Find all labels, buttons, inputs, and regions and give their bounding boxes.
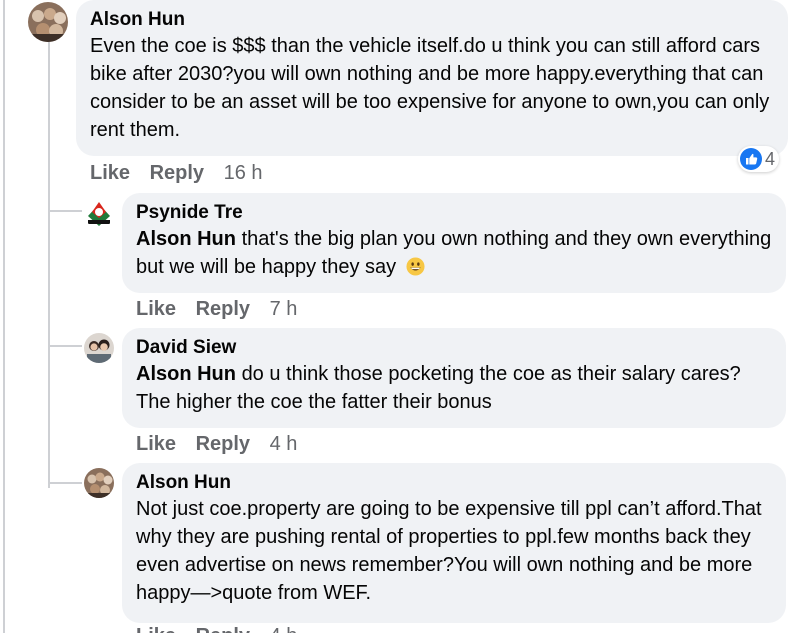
- reply-actions: Like Reply 7 h: [136, 297, 297, 321]
- thread-line-main: [48, 42, 50, 488]
- avatar[interactable]: [84, 468, 114, 498]
- thread-line-top: [3, 0, 5, 633]
- reply-actions: Like Reply 4 h: [136, 624, 297, 633]
- like-button[interactable]: Like: [136, 625, 176, 633]
- reply-button[interactable]: Reply: [196, 625, 250, 633]
- comment-actions: Like Reply 16 h: [90, 161, 263, 185]
- reply-author[interactable]: Alson Hun: [136, 471, 772, 495]
- like-button[interactable]: Like: [90, 162, 130, 184]
- avatar-david-siew-image: [84, 333, 114, 363]
- reply-button[interactable]: Reply: [196, 433, 250, 455]
- thread-connector-1: [48, 192, 80, 212]
- reply-text: Alson Hun do u think those pocketing the…: [136, 360, 772, 416]
- avatar[interactable]: [28, 2, 68, 42]
- reply-bubble: Psynide Tre Alson Hun that's the big pla…: [122, 193, 786, 293]
- reply-button[interactable]: Reply: [196, 298, 250, 320]
- comment-timestamp[interactable]: 16 h: [224, 162, 263, 184]
- thread-branch-2: [50, 345, 82, 347]
- grinning-face-icon: [406, 257, 425, 276]
- avatar[interactable]: [84, 198, 114, 228]
- comment-bubble: Alson Hun Even the coe is $$$ than the v…: [76, 0, 788, 156]
- reply-button[interactable]: Reply: [150, 162, 204, 184]
- reply-bubble: Alson Hun Not just coe.property are goin…: [122, 463, 786, 623]
- reply-text: Alson Hun that's the big plan you own no…: [136, 225, 772, 281]
- like-button[interactable]: Like: [136, 298, 176, 320]
- reply-text: Not just coe.property are going to be ex…: [136, 498, 762, 604]
- avatar-alson-hun-image: [28, 2, 68, 42]
- mention-link[interactable]: Alson Hun: [136, 363, 236, 385]
- reply-timestamp[interactable]: 7 h: [270, 298, 298, 320]
- comment-author[interactable]: Alson Hun: [90, 8, 774, 32]
- reply-timestamp[interactable]: 4 h: [270, 625, 298, 633]
- reply-bubble: David Siew Alson Hun do u think those po…: [122, 328, 786, 428]
- reply-timestamp[interactable]: 4 h: [270, 433, 298, 455]
- avatar-psynide-tre-image: [84, 198, 114, 228]
- thread-branch-3: [50, 482, 82, 484]
- like-icon: [740, 148, 762, 170]
- avatar[interactable]: [84, 333, 114, 363]
- like-button[interactable]: Like: [136, 433, 176, 455]
- comment-text: Even the coe is $$$ than the vehicle its…: [90, 35, 770, 141]
- reply-author[interactable]: Psynide Tre: [136, 201, 772, 225]
- thread-branch-1: [50, 210, 82, 212]
- reaction-badge[interactable]: 4: [738, 146, 780, 172]
- reply-author[interactable]: David Siew: [136, 336, 772, 360]
- avatar-alson-hun-image: [84, 468, 114, 498]
- comment-thread: Alson Hun Even the coe is $$$ than the v…: [0, 0, 798, 633]
- reply-actions: Like Reply 4 h: [136, 432, 297, 456]
- reaction-count: 4: [765, 148, 776, 169]
- mention-link[interactable]: Alson Hun: [136, 228, 236, 250]
